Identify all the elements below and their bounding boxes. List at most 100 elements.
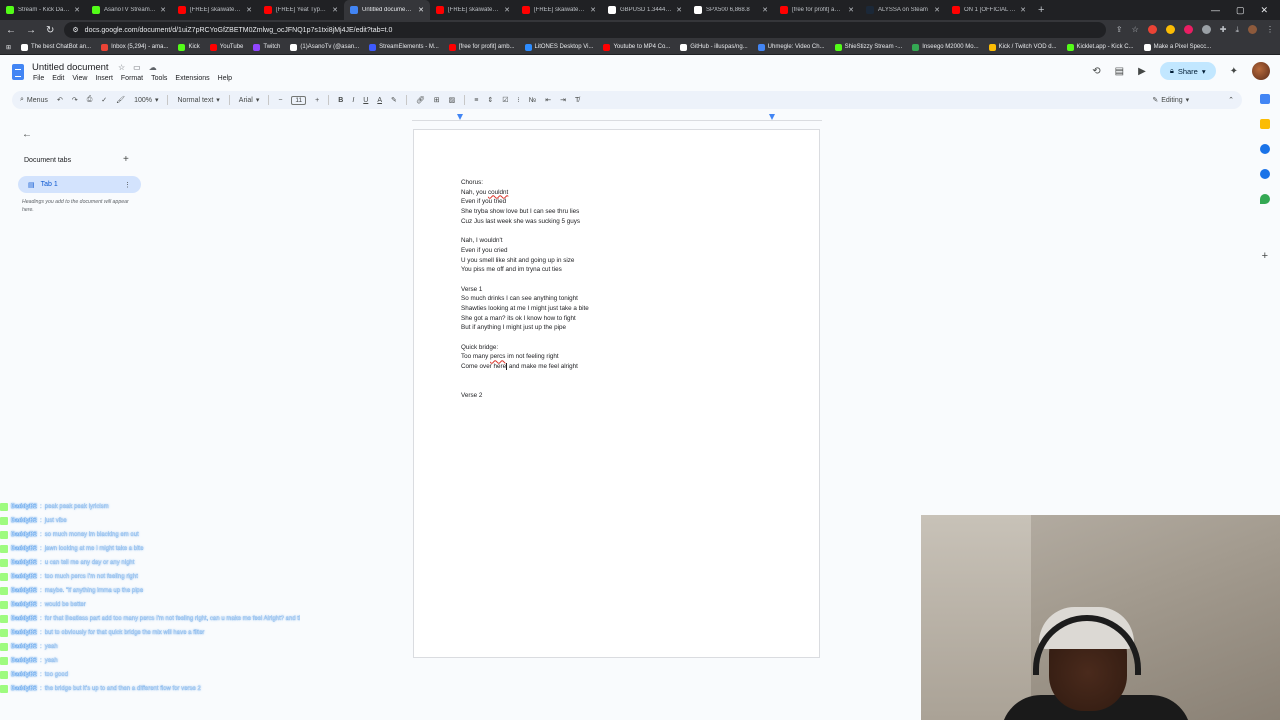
underline-icon[interactable]: U xyxy=(363,97,368,104)
bookmark-item[interactable]: ShieStizzy Stream -... xyxy=(834,43,902,51)
menu-item-insert[interactable]: Insert xyxy=(95,75,113,82)
document-line[interactable]: U you smell like shit and going up in si… xyxy=(461,256,589,266)
document-line[interactable]: Nah, you couldnt xyxy=(461,188,589,198)
bookmark-item[interactable]: Kick xyxy=(178,43,200,51)
close-tab-icon[interactable]: ✕ xyxy=(332,6,338,14)
document-page[interactable]: Chorus: Nah, you couldnt Even if you tried… xyxy=(413,129,820,658)
document-line[interactable]: Cuz Jus last week she was sucking 5 guys xyxy=(461,217,589,227)
bookmark-item[interactable]: StreamElements - M... xyxy=(369,43,439,51)
comment-icon[interactable]: ⊞ xyxy=(434,96,440,104)
close-tab-icon[interactable]: ✕ xyxy=(676,6,682,14)
extensions-puzzle-icon[interactable]: ✚ xyxy=(1220,25,1227,35)
back-icon[interactable]: ← xyxy=(6,25,16,36)
browser-tab[interactable]: SPX500 6,868.8 ✕ xyxy=(688,0,774,20)
contacts-icon[interactable] xyxy=(1260,169,1270,179)
bookmark-item[interactable]: Make a Pixel Specc... xyxy=(1143,43,1211,51)
document-line[interactable]: You piss me off and im tryna cut ties xyxy=(461,265,589,275)
star-icon[interactable]: ☆ xyxy=(118,63,125,72)
close-tab-icon[interactable]: ✕ xyxy=(762,6,768,14)
cloud-status-icon[interactable]: ☁ xyxy=(149,63,157,72)
document-line[interactable]: Too many percs im not feeling right xyxy=(461,352,589,362)
close-outline-icon[interactable]: ← xyxy=(22,129,32,140)
version-history-icon[interactable]: ⟲ xyxy=(1092,66,1100,77)
calendar-icon[interactable] xyxy=(1260,94,1270,104)
bookmark-item[interactable]: (1)AsanoTv (@asan... xyxy=(290,43,359,51)
font-select[interactable]: Arial ▾ xyxy=(239,96,260,105)
italic-icon[interactable]: I xyxy=(352,97,354,104)
menu-item-extensions[interactable]: Extensions xyxy=(175,75,209,82)
close-tab-icon[interactable]: ✕ xyxy=(418,6,424,14)
document-line[interactable]: She got a man? its ok I know how to figh… xyxy=(461,314,589,324)
extension-grey-icon[interactable] xyxy=(1201,25,1211,34)
menu-item-tools[interactable]: Tools xyxy=(151,75,167,82)
decrease-font-size-icon[interactable]: − xyxy=(278,97,282,104)
docs-logo-icon[interactable] xyxy=(12,64,24,80)
browser-tab[interactable]: [FREE] skaiwater x jersey cl ✕ xyxy=(516,0,602,20)
document-line[interactable]: She tryba show love but I can see thru l… xyxy=(461,207,589,217)
right-indent-marker[interactable] xyxy=(769,114,775,120)
document-line[interactable] xyxy=(461,372,589,382)
maximize-icon[interactable]: ▢ xyxy=(1236,5,1245,16)
forward-icon[interactable]: → xyxy=(26,25,36,36)
menus-search-button[interactable]: ⌕ Menus xyxy=(20,96,48,104)
share-button[interactable]: 🔒︎ Share ▾ xyxy=(1159,62,1216,80)
new-tab-button[interactable]: + xyxy=(1032,4,1050,16)
ruler[interactable] xyxy=(412,114,822,121)
document-line[interactable]: So much drinks I can see anything tonigh… xyxy=(461,294,589,304)
print-icon[interactable]: ⎙ xyxy=(87,96,93,104)
close-tab-icon[interactable]: ✕ xyxy=(590,6,596,14)
bookmark-item[interactable]: YouTube xyxy=(209,43,243,51)
menu-item-format[interactable]: Format xyxy=(121,75,143,82)
document-line[interactable] xyxy=(461,226,589,236)
document-line[interactable]: Shawties looking at me I might just take… xyxy=(461,304,589,314)
bookmark-item[interactable]: LitONES Desktop Vi... xyxy=(524,43,593,51)
add-tab-icon[interactable]: + xyxy=(123,154,129,165)
bookmark-item[interactable]: Kicklet.app - Kick C... xyxy=(1066,43,1134,51)
font-size-input[interactable]: 11 xyxy=(291,95,307,105)
minimize-icon[interactable]: — xyxy=(1211,5,1220,16)
link-icon[interactable]: 🔗︎ xyxy=(416,96,425,104)
bookmark-item[interactable]: The best ChatBot an... xyxy=(21,43,91,51)
maps-icon[interactable] xyxy=(1260,194,1270,204)
menu-item-edit[interactable]: Edit xyxy=(52,75,64,82)
apps-grid-icon[interactable]: ⊞ xyxy=(6,44,11,51)
bookmark-item[interactable]: GitHub - illuspas/ng... xyxy=(680,43,748,51)
zoom-select[interactable]: 100% ▾ xyxy=(134,96,158,105)
style-select[interactable]: Normal text ▾ xyxy=(177,96,219,105)
browser-tab[interactable]: Untitled document - G✕ xyxy=(344,0,430,20)
share-page-icon[interactable]: ⇪ xyxy=(1116,25,1123,35)
collapse-toolbar-icon[interactable]: ⌃ xyxy=(1228,96,1234,104)
gemini-icon[interactable]: ✦ xyxy=(1230,66,1238,77)
numbered-list-icon[interactable]: № xyxy=(529,97,537,104)
document-line[interactable]: Verse 2 xyxy=(461,391,589,401)
menu-item-help[interactable]: Help xyxy=(218,75,232,82)
browser-tab[interactable]: [FREE] skaiwater x jersey ✕ xyxy=(172,0,258,20)
meet-icon[interactable]: ▶ xyxy=(1138,66,1146,77)
document-line[interactable]: Verse 1 xyxy=(461,285,589,295)
document-line[interactable]: Nah, I wouldn't xyxy=(461,236,589,246)
close-tab-icon[interactable]: ✕ xyxy=(246,6,252,14)
extension-yellow-icon[interactable] xyxy=(1165,25,1175,34)
browser-tab[interactable]: [free for profit] ambient + ✕ xyxy=(774,0,860,20)
browser-tab[interactable]: ALYSSA on Steam ✕ xyxy=(860,0,946,20)
site-info-icon[interactable]: ⚙ xyxy=(72,26,78,34)
left-indent-marker[interactable] xyxy=(457,114,463,120)
menu-item-file[interactable]: File xyxy=(33,75,44,82)
checklist-icon[interactable]: ☑ xyxy=(502,96,508,104)
align-icon[interactable]: ≡ xyxy=(474,97,478,104)
close-window-icon[interactable]: ✕ xyxy=(1260,5,1268,16)
browser-menu-icon[interactable]: ⋮ xyxy=(1266,25,1274,35)
browser-tab[interactable]: [FREE] Yeat Type Beat 2 ✕ xyxy=(258,0,344,20)
decrease-indent-icon[interactable]: ⇤ xyxy=(545,96,551,104)
document-line[interactable]: Quick bridge: xyxy=(461,343,589,353)
document-line[interactable] xyxy=(461,381,589,391)
close-tab-icon[interactable]: ✕ xyxy=(504,6,510,14)
close-tab-icon[interactable]: ✕ xyxy=(160,6,166,14)
undo-icon[interactable]: ↶ xyxy=(57,96,63,104)
profile-avatar-icon[interactable] xyxy=(1248,25,1257,34)
bookmark-item[interactable]: Youtube to MP4 Co... xyxy=(603,43,670,51)
url-field[interactable]: ⚙ docs.google.com/document/d/1uiZ7pRCYoG… xyxy=(64,22,1106,38)
close-tab-icon[interactable]: ✕ xyxy=(934,6,940,14)
keep-icon[interactable] xyxy=(1260,119,1270,129)
browser-tab[interactable]: [FREE] skaiwater x jersey ✕ xyxy=(430,0,516,20)
